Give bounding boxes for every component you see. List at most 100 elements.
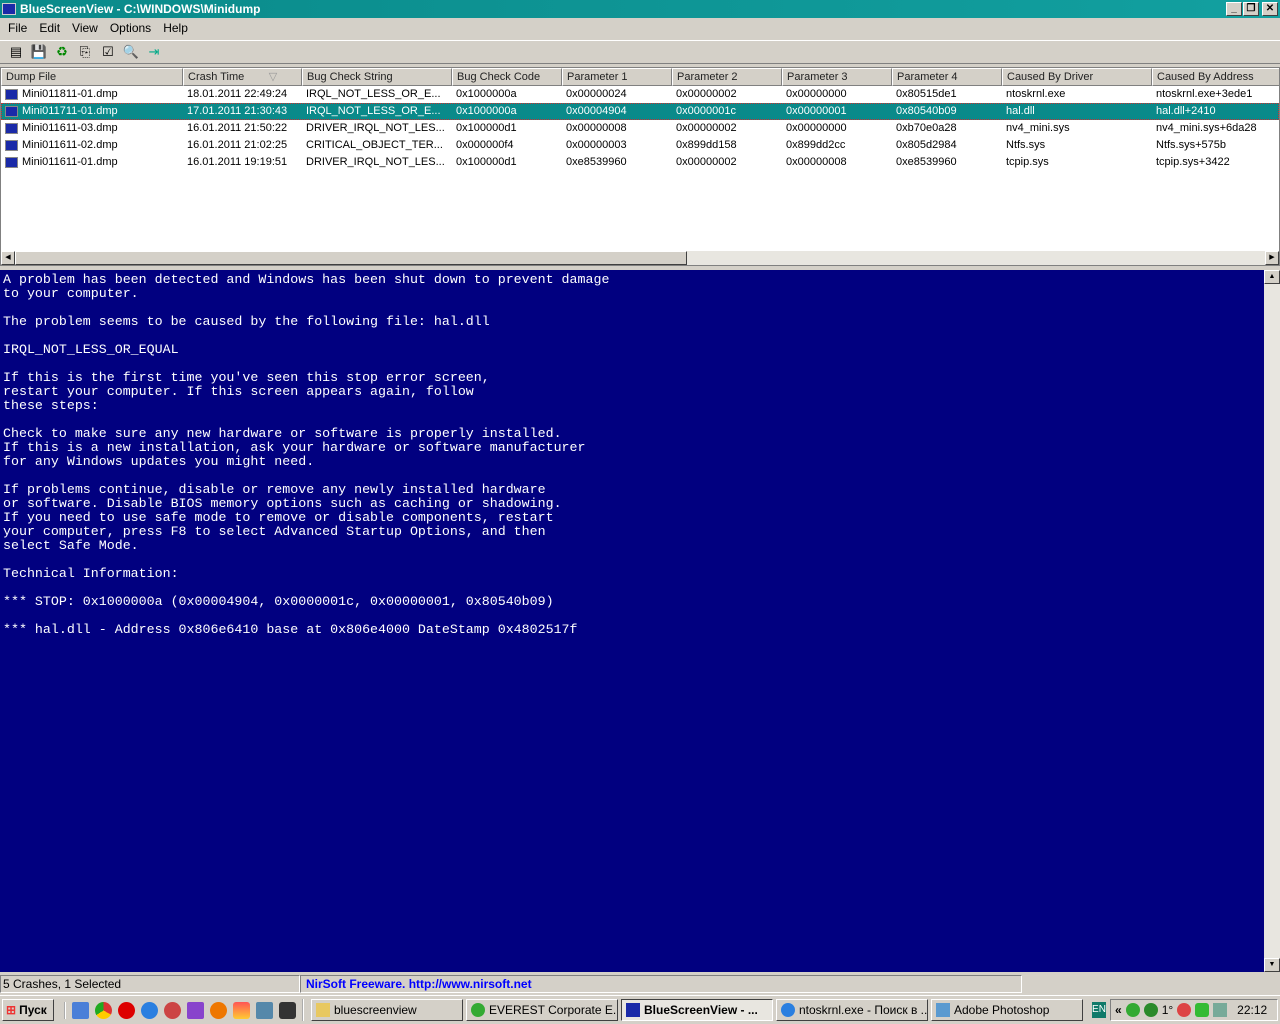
- cell-text: 16.01.2011 21:50:22: [187, 122, 288, 134]
- table-cell: 0x000000f4: [452, 137, 562, 154]
- tray-app-icon[interactable]: [1195, 1003, 1210, 1017]
- language-indicator[interactable]: EN: [1092, 1002, 1106, 1018]
- scroll-down-button[interactable]: ▼: [1264, 958, 1280, 972]
- refresh-icon[interactable]: ♻: [52, 43, 72, 61]
- cell-text: DRIVER_IRQL_NOT_LES...: [306, 156, 445, 168]
- scroll-thumb[interactable]: [15, 251, 687, 265]
- cell-text: Ntfs.sys+575b: [1156, 139, 1227, 151]
- network-icon[interactable]: [256, 1001, 273, 1019]
- table-row[interactable]: Mini011611-02.dmp 16.01.2011 21:02:25 CRIT…: [1, 137, 1279, 154]
- copy-icon[interactable]: ⎘: [75, 43, 95, 61]
- alien-icon[interactable]: [279, 1001, 296, 1019]
- app-icon-red[interactable]: [164, 1001, 181, 1019]
- exit-icon[interactable]: ⇥: [144, 43, 164, 61]
- save-icon[interactable]: 💾: [29, 43, 49, 61]
- menu-options[interactable]: Options: [104, 21, 157, 35]
- col-dump-file[interactable]: Dump File: [1, 68, 183, 86]
- tray-expand-button[interactable]: «: [1115, 1003, 1122, 1017]
- table-cell: 0x100000d1: [452, 120, 562, 137]
- col-parameter-3[interactable]: Parameter 3: [782, 68, 892, 86]
- task-ntoskrnl-search[interactable]: ntoskrnl.exe - Поиск в ...: [776, 999, 928, 1021]
- status-bar: 5 Crashes, 1 Selected NirSoft Freeware. …: [0, 975, 1280, 994]
- table-cell: Ntfs.sys+575b: [1152, 137, 1279, 154]
- menu-view[interactable]: View: [66, 21, 104, 35]
- table-cell: Mini011611-02.dmp: [1, 137, 183, 154]
- scroll-left-button[interactable]: ◀: [1, 251, 15, 265]
- chrome-icon[interactable]: [95, 1001, 112, 1019]
- scroll-right-button[interactable]: ▶: [1265, 251, 1279, 265]
- utorrent-icon[interactable]: [1143, 1003, 1158, 1017]
- table-cell: 0x805d2984: [892, 137, 1002, 154]
- col-parameter-1[interactable]: Parameter 1: [562, 68, 672, 86]
- gmail-notifier-icon[interactable]: [1177, 1003, 1192, 1017]
- window-title: BlueScreenView - C:\WINDOWS\Minidump: [20, 2, 261, 16]
- table-cell: DRIVER_IRQL_NOT_LES...: [302, 154, 452, 171]
- col-parameter-2[interactable]: Parameter 2: [672, 68, 782, 86]
- cell-text: 0x00000003: [566, 139, 627, 151]
- everest-tray-icon[interactable]: [1125, 1003, 1140, 1017]
- table-cell: 0x00000008: [782, 154, 892, 171]
- table-cell: 16.01.2011 19:19:51: [183, 154, 302, 171]
- maximize-button[interactable]: ❐: [1243, 2, 1259, 16]
- table-cell: 0x00000000: [782, 120, 892, 137]
- col-parameter-4[interactable]: Parameter 4: [892, 68, 1002, 86]
- scroll-up-button[interactable]: ▲: [1264, 270, 1280, 284]
- cell-text: 0xe8539960: [896, 156, 957, 168]
- table-cell: Mini011711-01.dmp: [1, 103, 183, 120]
- find-icon[interactable]: 🔍: [121, 43, 141, 61]
- table-row[interactable]: Mini011811-01.dmp 18.01.2011 22:49:24 IRQL…: [1, 86, 1279, 103]
- table-cell: Mini011611-01.dmp: [1, 154, 183, 171]
- table-cell: 16.01.2011 21:02:25: [183, 137, 302, 154]
- table-row[interactable]: Mini011611-03.dmp 16.01.2011 21:50:22 DRIV…: [1, 120, 1279, 137]
- table-cell: Mini011611-03.dmp: [1, 120, 183, 137]
- blue-screen-preview: A problem has been detected and Windows …: [0, 270, 1264, 972]
- table-cell: 0x00000024: [562, 86, 672, 103]
- table-cell: ntoskrnl.exe: [1002, 86, 1152, 103]
- cell-text: nv4_mini.sys+6da28: [1156, 122, 1257, 134]
- task-bluescreenview-folder[interactable]: bluescreenview: [311, 999, 463, 1021]
- crash-list[interactable]: Dump File Crash Time ▽ Bug Check String …: [0, 67, 1280, 266]
- menu-help[interactable]: Help: [157, 21, 194, 35]
- table-row[interactable]: Mini011611-01.dmp 16.01.2011 19:19:51 DRIV…: [1, 154, 1279, 171]
- cell-text: Ntfs.sys: [1006, 139, 1046, 151]
- col-bug-check-string[interactable]: Bug Check String: [302, 68, 452, 86]
- horizontal-scrollbar[interactable]: ◀ ▶: [1, 251, 1279, 265]
- menu-edit[interactable]: Edit: [33, 21, 66, 35]
- toolbar: ▤ 💾 ♻ ⎘ ☑ 🔍 ⇥: [0, 40, 1280, 64]
- col-crash-time[interactable]: Crash Time ▽: [183, 68, 302, 86]
- options-icon[interactable]: ☑: [98, 43, 118, 61]
- opera-icon[interactable]: [118, 1001, 135, 1019]
- table-cell: DRIVER_IRQL_NOT_LES...: [302, 120, 452, 137]
- start-button[interactable]: ⊞ Пуск: [2, 999, 54, 1021]
- task-bluescreenview[interactable]: BlueScreenView - ...: [621, 999, 773, 1021]
- cell-text: 0x00000000: [786, 88, 847, 100]
- minimize-button[interactable]: _: [1226, 2, 1242, 16]
- cell-text: 0x00000000: [786, 122, 847, 134]
- outlook-icon[interactable]: [72, 1001, 89, 1019]
- dump-file-icon: [5, 106, 18, 117]
- close-button[interactable]: ✕: [1262, 2, 1278, 16]
- app-icon-gradient[interactable]: [233, 1001, 250, 1019]
- table-cell: 16.01.2011 21:50:22: [183, 120, 302, 137]
- nirsoft-link[interactable]: NirSoft Freeware. http://www.nirsoft.net: [300, 975, 1022, 993]
- table-cell: 0x00000003: [562, 137, 672, 154]
- col-caused-by-driver[interactable]: Caused By Driver: [1002, 68, 1152, 86]
- col-bug-check-code[interactable]: Bug Check Code: [452, 68, 562, 86]
- network-tray-icon[interactable]: [1213, 1003, 1228, 1017]
- table-row[interactable]: Mini011711-01.dmp 17.01.2011 21:30:43 IRQL…: [1, 103, 1279, 120]
- task-label: ntoskrnl.exe - Поиск в ...: [799, 1003, 928, 1017]
- firefox-icon[interactable]: [210, 1001, 227, 1019]
- task-photoshop[interactable]: Adobe Photoshop: [931, 999, 1083, 1021]
- col-caused-by-address[interactable]: Caused By Address: [1152, 68, 1279, 86]
- menu-file[interactable]: File: [2, 21, 33, 35]
- cell-text: Mini011811-01.dmp: [22, 88, 118, 100]
- colorful-app-icon[interactable]: [187, 1001, 204, 1019]
- cell-text: IRQL_NOT_LESS_OR_E...: [306, 105, 441, 117]
- cell-text: 0x100000d1: [456, 156, 517, 168]
- properties-icon[interactable]: ▤: [6, 43, 26, 61]
- vertical-scrollbar[interactable]: ▲ ▼: [1264, 270, 1280, 972]
- cell-text: hal.dll: [1006, 105, 1035, 117]
- task-everest[interactable]: EVEREST Corporate E...: [466, 999, 618, 1021]
- cell-text: ntoskrnl.exe+3ede1: [1156, 88, 1253, 100]
- ie-icon[interactable]: [141, 1001, 158, 1019]
